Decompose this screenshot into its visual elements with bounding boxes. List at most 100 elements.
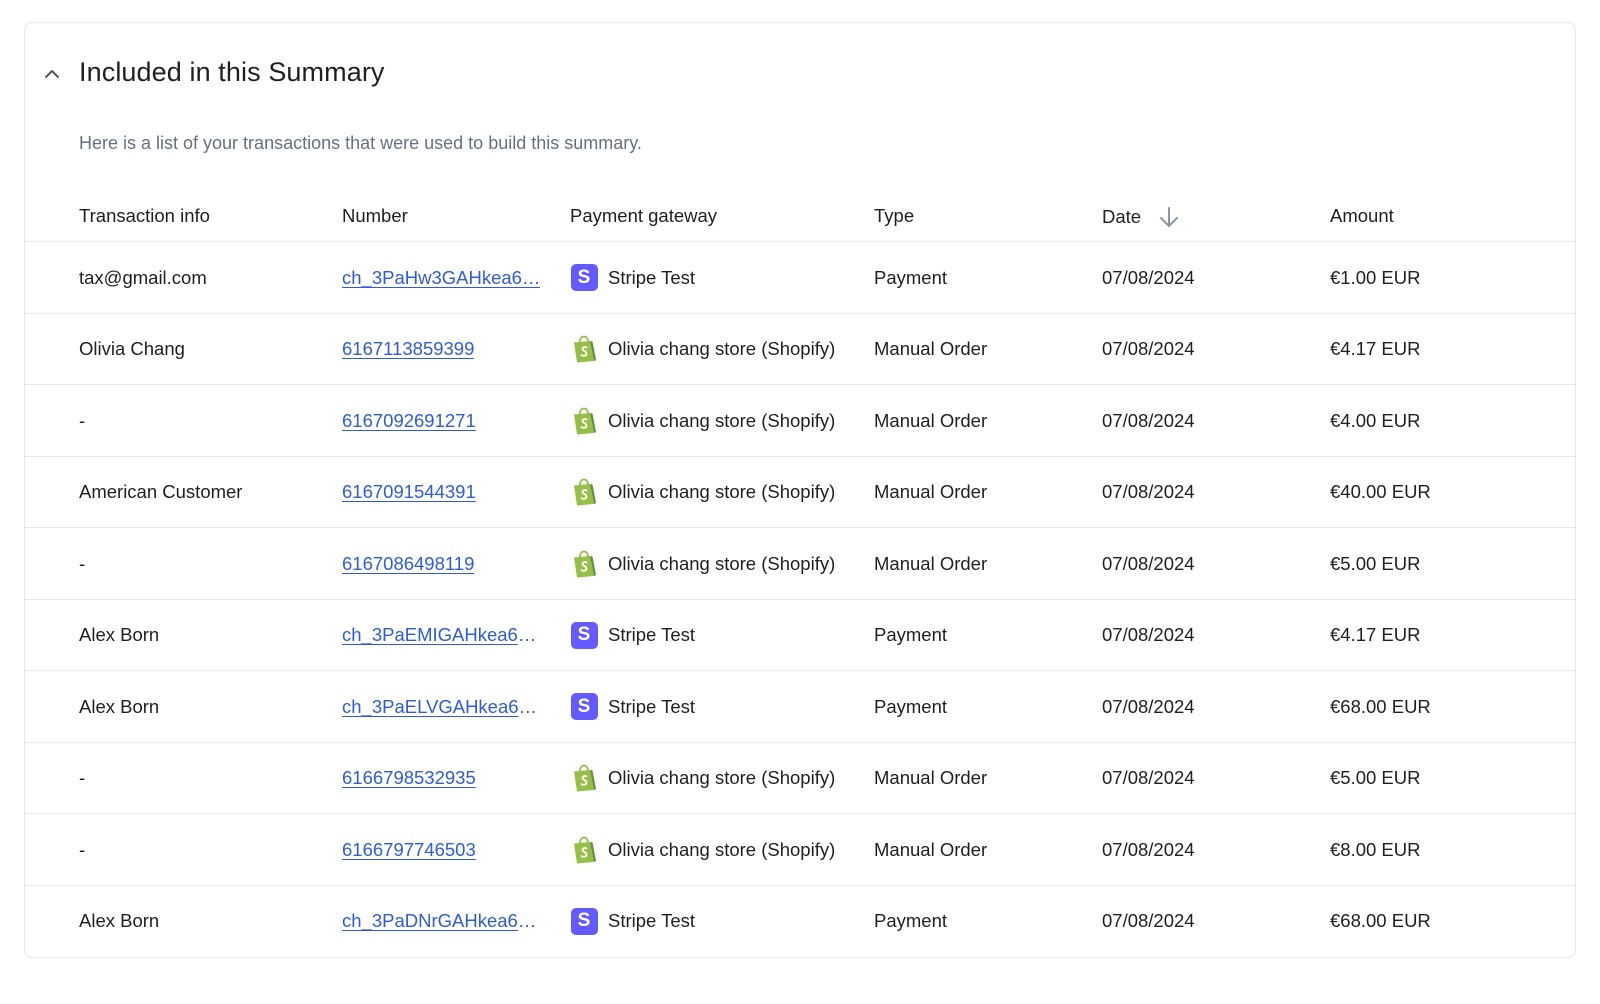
table-row: - 6166798532935 Olivia chang store (Shopif… <box>25 743 1575 814</box>
shopify-bag-icon <box>574 836 596 863</box>
stripe-icon: S <box>570 264 598 291</box>
transaction-info-cell: - <box>79 528 329 599</box>
gateway-cell: Olivia chang store (Shopify) <box>570 814 860 885</box>
transaction-amount: €68.00 EUR <box>1330 695 1431 717</box>
transaction-type: Payment <box>874 695 948 717</box>
date-cell: 07/08/2024 <box>1102 528 1312 599</box>
transaction-info: Olivia Chang <box>79 338 185 359</box>
gateway-icon <box>570 478 598 506</box>
shopify-bag-icon <box>574 335 596 363</box>
gateway-cell: Olivia chang store (Shopify) <box>570 314 860 385</box>
gateway-name: Stripe Test <box>608 624 696 645</box>
column-header-payment-gateway: Payment gateway <box>570 205 718 226</box>
amount-cell: €68.00 EUR <box>1330 671 1540 742</box>
type-cell: Manual Order <box>874 528 1084 599</box>
transaction-info: - <box>79 767 86 788</box>
amount-cell: €8.00 EUR <box>1330 814 1540 885</box>
shopify-bag-icon <box>574 478 596 506</box>
gateway-name: Stripe Test <box>608 266 696 288</box>
transaction-date: 07/08/2024 <box>1102 695 1195 717</box>
type-cell: Payment <box>874 671 1084 742</box>
transaction-info: American Customer <box>79 481 243 502</box>
transaction-date: 07/08/2024 <box>1102 409 1195 431</box>
gateway-cell: S Stripe Test <box>570 886 860 957</box>
stripe-icon: S <box>570 907 598 935</box>
amount-cell: €4.17 EUR <box>1330 600 1540 671</box>
gateway-name: Stripe Test <box>608 695 696 717</box>
transaction-number-link[interactable]: ch_3PaDNrGAHkea6X… <box>342 910 544 932</box>
date-cell: 07/08/2024 <box>1102 242 1312 313</box>
transaction-amount: €1.00 EUR <box>1330 266 1421 288</box>
transaction-info: tax@gmail.com <box>79 266 207 288</box>
transaction-number-link[interactable]: ch_3PaHw3GAHkea6… <box>342 267 540 289</box>
stripe-icon: S <box>570 693 598 720</box>
shopify-bag-icon <box>574 764 596 792</box>
transaction-info-cell: Alex Born <box>79 671 329 742</box>
transaction-info-cell: - <box>79 385 329 456</box>
amount-cell: €5.00 EUR <box>1330 528 1540 599</box>
transaction-info-cell: - <box>79 814 329 885</box>
date-cell: 07/08/2024 <box>1102 600 1312 671</box>
gateway-icon: S <box>570 907 598 935</box>
table-row: - 6167086498119 Olivia chang store (Shopif… <box>25 528 1575 600</box>
table-header: Transaction info Number Payment gateway … <box>25 189 1575 242</box>
gateway-icon: S <box>570 621 598 649</box>
transaction-type: Manual Order <box>874 767 988 788</box>
gateway-icon <box>570 335 598 363</box>
transaction-date: 07/08/2024 <box>1102 910 1195 931</box>
transaction-info-cell: tax@gmail.com <box>79 242 329 313</box>
transaction-info-cell: Alex Born <box>79 600 329 671</box>
transaction-number-link[interactable]: 6167092691271 <box>342 410 476 432</box>
column-header-date[interactable]: Date <box>1102 205 1181 229</box>
table-row: Alex Born ch_3PaELVGAHkea6X… S Stripe Test P… <box>25 671 1575 743</box>
transaction-type: Payment <box>874 624 948 645</box>
number-cell: ch_3PaHw3GAHkea6… <box>342 242 544 313</box>
date-cell: 07/08/2024 <box>1102 385 1312 456</box>
transaction-number-link[interactable]: 6167086498119 <box>342 553 474 575</box>
table-body: tax@gmail.com ch_3PaHw3GAHkea6… S Stripe Te… <box>25 242 1575 957</box>
date-cell: 07/08/2024 <box>1102 743 1312 814</box>
amount-cell: €5.00 EUR <box>1330 743 1540 814</box>
sort-button[interactable] <box>1157 205 1181 229</box>
collapse-button[interactable] <box>39 61 65 87</box>
column-header-type: Type <box>874 205 915 226</box>
number-cell: 6167091544391 <box>342 457 544 528</box>
transaction-number-link[interactable]: ch_3PaEMIGAHkea6X… <box>342 624 544 646</box>
gateway-name: Stripe Test <box>608 910 696 931</box>
date-cell: 07/08/2024 <box>1102 886 1312 957</box>
summary-card: Included in this Summary Here is a list … <box>24 22 1576 958</box>
transaction-number-link[interactable]: ch_3PaELVGAHkea6X… <box>342 696 544 718</box>
transaction-amount: €8.00 EUR <box>1330 838 1421 860</box>
gateway-icon <box>570 764 598 792</box>
amount-cell: €1.00 EUR <box>1330 242 1540 313</box>
transaction-number-link[interactable]: 6167091544391 <box>342 481 476 503</box>
type-cell: Payment <box>874 886 1084 957</box>
transaction-number-link[interactable]: 6166798532935 <box>342 767 476 789</box>
chevron-up-icon <box>45 70 59 78</box>
transaction-number-link[interactable]: 6166797746503 <box>342 839 476 861</box>
type-cell: Payment <box>874 600 1084 671</box>
transaction-number-link[interactable]: 6167113859399 <box>342 338 474 360</box>
number-cell: 6167092691271 <box>342 385 544 456</box>
shopify-bag-icon <box>574 550 596 577</box>
transaction-type: Manual Order <box>874 481 988 502</box>
number-cell: ch_3PaELVGAHkea6X… <box>342 671 544 742</box>
gateway-name: Olivia chang store (Shopify) <box>608 481 836 502</box>
number-cell: 6167113859399 <box>342 314 544 385</box>
column-header-date-label: Date <box>1102 206 1142 227</box>
gateway-icon: S <box>570 693 598 721</box>
gateway-cell: S Stripe Test <box>570 600 860 671</box>
transaction-amount: €5.00 EUR <box>1330 767 1421 788</box>
transaction-info: Alex Born <box>79 695 160 717</box>
column-header-transaction-info: Transaction info <box>79 205 210 226</box>
table-row: Alex Born ch_3PaDNrGAHkea6X… S Stripe Test P… <box>25 886 1575 958</box>
gateway-cell: Olivia chang store (Shopify) <box>570 385 860 456</box>
transaction-date: 07/08/2024 <box>1102 624 1195 645</box>
amount-cell: €68.00 EUR <box>1330 886 1540 957</box>
gateway-cell: Olivia chang store (Shopify) <box>570 528 860 599</box>
transaction-date: 07/08/2024 <box>1102 266 1195 288</box>
column-header-number: Number <box>342 205 408 226</box>
transaction-amount: €5.00 EUR <box>1330 552 1421 574</box>
gateway-cell: Olivia chang store (Shopify) <box>570 743 860 814</box>
gateway-icon <box>570 407 598 435</box>
